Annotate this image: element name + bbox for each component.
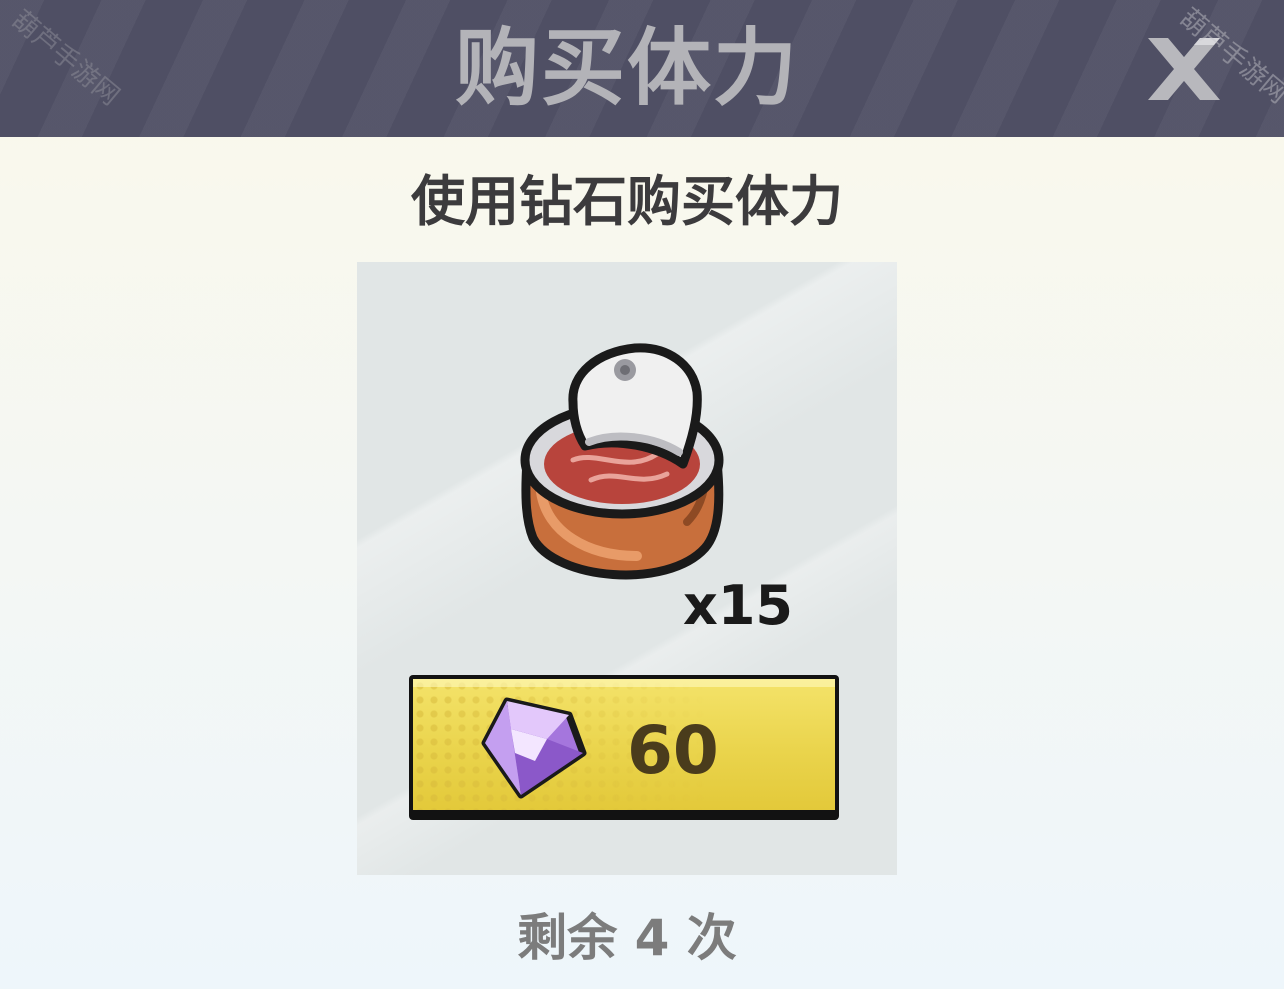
buy-button-face: 60 [413, 679, 835, 810]
purple-diamond-icon [481, 697, 587, 799]
price-amount: 60 [627, 712, 719, 789]
remaining-purchases: 剩余 4 次 [517, 909, 737, 967]
item-quantity: x15 [683, 574, 793, 637]
dialog-title: 购买体力 [454, 19, 799, 117]
buy-with-diamond-button[interactable]: 60 [409, 675, 839, 820]
dialog-header: 购买体力 [0, 0, 1284, 137]
item-card: x15 60 葫芦手游网 [357, 262, 897, 875]
button-highlight [413, 679, 835, 687]
purchase-subtitle: 使用钻石购买体力 [411, 170, 843, 233]
canned-meat-icon [520, 343, 724, 580]
